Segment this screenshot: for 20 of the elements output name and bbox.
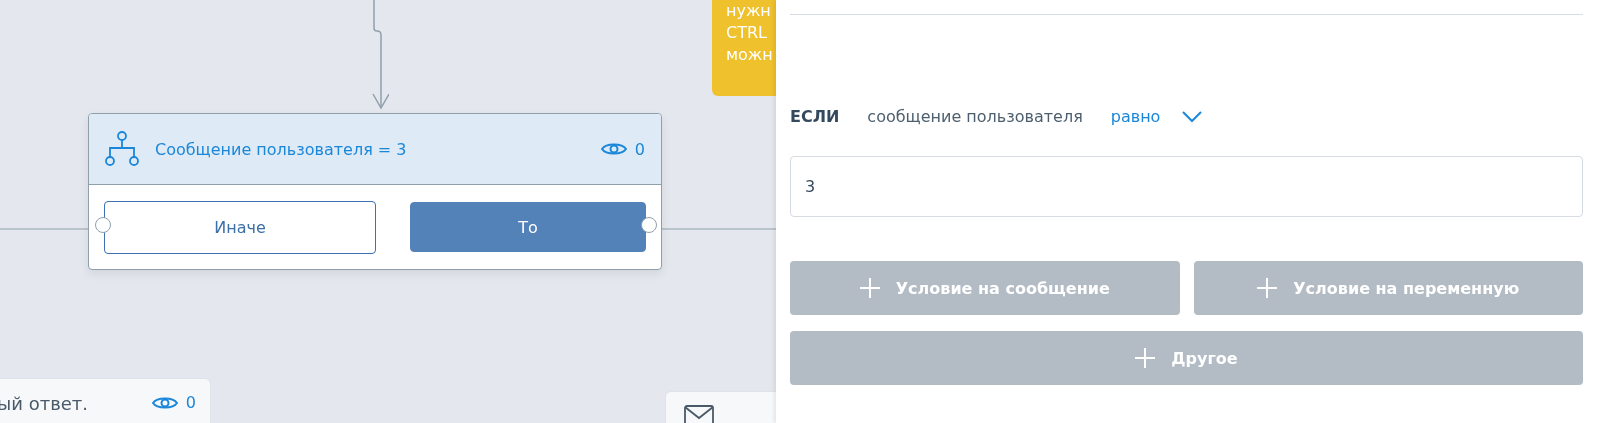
view-count: 0 [185,393,196,412]
note-text: CTRL [726,22,768,44]
plus-icon [1135,348,1156,368]
condition-keyword: ЕСЛИ [790,107,840,126]
branch-button[interactable]: То [410,202,646,252]
plus-icon [1257,278,1278,298]
value-field[interactable]: 3 [790,156,1583,217]
node-title: Сообщение пользователя = 3 [155,139,408,159]
plus-icon [859,278,880,298]
branch-button[interactable]: Иначе [104,200,376,254]
chevron-down-icon [1182,110,1203,123]
eye-icon [600,141,627,157]
condition-subject: сообщение пользователя [867,107,1083,126]
operator-dropdown[interactable]: равно [1110,107,1203,126]
note-text: можн [726,44,774,66]
note-text: нужн [726,0,772,22]
branch-icon [105,131,139,167]
envelope-icon [684,405,714,423]
view-count: 0 [634,139,645,159]
condition-node[interactable]: Сообщение пользователя = 3 0 Иначе То [88,113,662,270]
